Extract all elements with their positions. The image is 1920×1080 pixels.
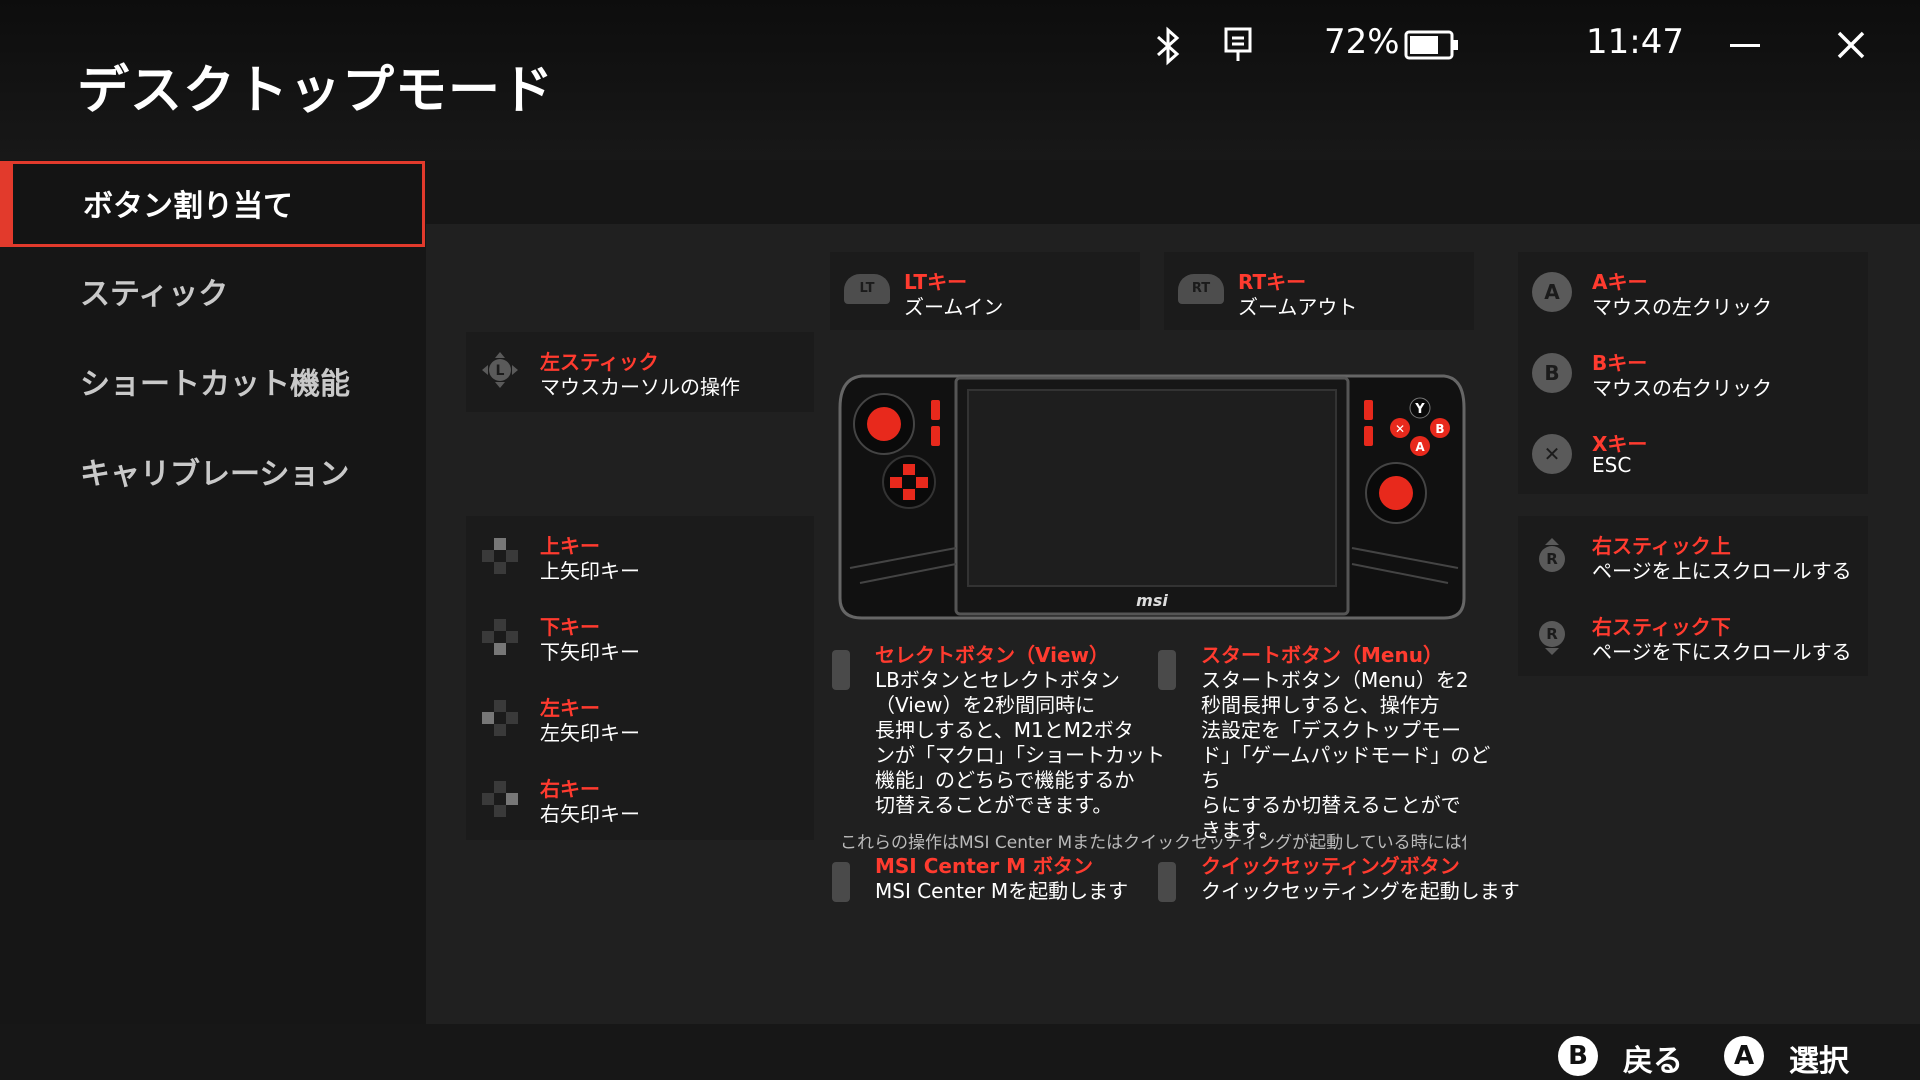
left-stick-card: L 左スティック マウスカーソルの操作	[466, 332, 814, 412]
device-brand-logo: msi	[1136, 591, 1168, 610]
rs-up-desc: ページを上にスクロールする	[1592, 559, 1852, 583]
msi-center-button-icon	[832, 862, 850, 902]
right-stick-down-icon: R	[1539, 621, 1565, 655]
start-button-line-2: 秒間長押しすると、操作方	[1201, 693, 1440, 717]
select-button-info: セレクトボタン（View） LBボタンとセレクトボタン （View）を2秒間同時…	[875, 643, 1175, 818]
rt-trigger-icon: RT	[1178, 274, 1224, 304]
start-button-line-1: スタートボタン（Menu）を2	[1201, 668, 1469, 692]
rt-card: RT RTキー ズームアウト	[1164, 252, 1474, 330]
clock: 11:47	[1586, 22, 1684, 62]
dpad-card: 上キー 上矢印キー 下キー 下矢印キー 左キー 左矢印キー 右キー 右矢印キー	[466, 516, 814, 840]
svg-text:Y: Y	[1414, 402, 1425, 417]
dpad-down-icon	[482, 619, 518, 655]
sidebar-item-button-assignment[interactable]: ボタン割り当て	[0, 161, 425, 247]
usage-note: これらの操作はMSI Center Mまたはクイックセッティングが起動している時…	[840, 833, 1466, 853]
msi-center-button-info: MSI Center M ボタン MSI Center Mを起動します	[875, 854, 1128, 904]
b-desc: マウスの右クリック	[1592, 376, 1772, 400]
bluetooth-icon	[1156, 26, 1180, 66]
sidebar-item-stick[interactable]: スティック	[0, 252, 426, 338]
b-key-icon: B	[1558, 1036, 1598, 1076]
rt-desc: ズームアウト	[1238, 295, 1358, 319]
right-stick-card: R 右スティック上 ページを上にスクロールする R 右スティック下 ページを下に…	[1518, 516, 1868, 676]
select-button-icon	[832, 650, 850, 690]
select-button-line-4: ンが「マクロ」「ショートカット	[875, 743, 1165, 767]
b-button-icon: B	[1532, 353, 1572, 393]
battery-percent: 72%	[1324, 22, 1400, 62]
select-button-line-5: 機能」のどちらで機能するか	[875, 768, 1135, 792]
face-buttons-card: A Aキー マウスの左クリック B Bキー マウスの右クリック ✕ Xキー ES…	[1518, 252, 1868, 494]
minimize-button[interactable]	[1728, 28, 1764, 64]
sidebar-item-calibration[interactable]: キャリブレーション	[0, 432, 426, 518]
select-button[interactable]: 選択	[1789, 1036, 1849, 1080]
select-button-line-3: 長押しすると、M1とM2ボタ	[875, 718, 1134, 742]
lt-card: LT LTキー ズームイン	[830, 252, 1140, 330]
quick-settings-button-icon	[1158, 862, 1176, 902]
dpad-up-icon	[482, 538, 518, 574]
close-button[interactable]	[1836, 30, 1866, 60]
app-title: デスクトップモード	[77, 61, 555, 121]
a-desc: マウスの左クリック	[1592, 295, 1772, 319]
rs-down-desc: ページを下にスクロールする	[1592, 640, 1852, 664]
quick-settings-button-title: クイックセッティングボタン	[1201, 854, 1460, 878]
quick-settings-button-info: クイックセッティングボタン クイックセッティングを起動します	[1201, 854, 1520, 904]
dpad-right-icon	[482, 781, 518, 817]
dpad-left-icon	[482, 700, 518, 736]
device-right-stick	[1379, 476, 1413, 510]
select-button-line-6: 切替えることができます。	[875, 793, 1113, 817]
svg-text:A: A	[1415, 440, 1425, 454]
battery-icon	[1404, 30, 1458, 60]
svg-text:R: R	[1546, 625, 1558, 643]
select-button-title: セレクトボタン（View）	[875, 643, 1110, 667]
down-desc: 下矢印キー	[540, 640, 640, 664]
start-button-icon	[1158, 650, 1176, 690]
svg-text:R: R	[1546, 550, 1558, 568]
a-button-icon: A	[1532, 272, 1572, 312]
select-button-line-2: （View）を2秒間同時に	[875, 693, 1096, 717]
lt-trigger-icon: LT	[844, 274, 890, 304]
start-button-line-3: 法設定を「デスクトップモー	[1201, 718, 1461, 742]
sidebar: ボタン割り当て スティック ショートカット機能 キャリブレーション	[0, 160, 426, 1080]
left-stick-desc: マウスカーソルの操作	[540, 375, 740, 399]
device-left-stick	[867, 407, 901, 441]
start-button-info: スタートボタン（Menu） スタートボタン（Menu）を2 秒間長押しすると、操…	[1201, 643, 1501, 843]
start-button-line-5: らにするか切替えることがで	[1201, 793, 1461, 817]
keyboard-icon[interactable]	[1223, 26, 1253, 64]
left-stick-icon: L	[482, 352, 518, 388]
x-button-icon: ✕	[1532, 434, 1572, 474]
svg-text:L: L	[496, 363, 505, 379]
x-desc: ESC	[1592, 453, 1632, 477]
start-button-line-4: ド」「ゲームパッドモード」のどち	[1201, 743, 1491, 792]
msi-center-button-title: MSI Center M ボタン	[875, 854, 1094, 878]
left-desc: 左矢印キー	[540, 721, 640, 745]
device-illustration: msi Y ✕ B A	[838, 374, 1466, 620]
minimize-icon	[1730, 44, 1760, 47]
msi-center-button-desc: MSI Center Mを起動します	[875, 879, 1129, 903]
right-stick-up-icon: R	[1539, 538, 1565, 572]
right-desc: 右矢印キー	[540, 802, 640, 826]
select-button-line-1: LBボタンとセレクトボタン	[875, 668, 1120, 692]
sidebar-item-shortcut[interactable]: ショートカット機能	[0, 342, 426, 428]
start-button-title: スタートボタン（Menu）	[1201, 643, 1443, 667]
svg-text:B: B	[1435, 422, 1444, 436]
quick-settings-button-desc: クイックセッティングを起動します	[1201, 879, 1520, 903]
back-button[interactable]: 戻る	[1623, 1036, 1683, 1080]
lt-desc: ズームイン	[904, 295, 1004, 319]
svg-text:✕: ✕	[1395, 422, 1405, 436]
up-desc: 上矢印キー	[540, 559, 640, 583]
a-key-icon: A	[1724, 1036, 1764, 1076]
